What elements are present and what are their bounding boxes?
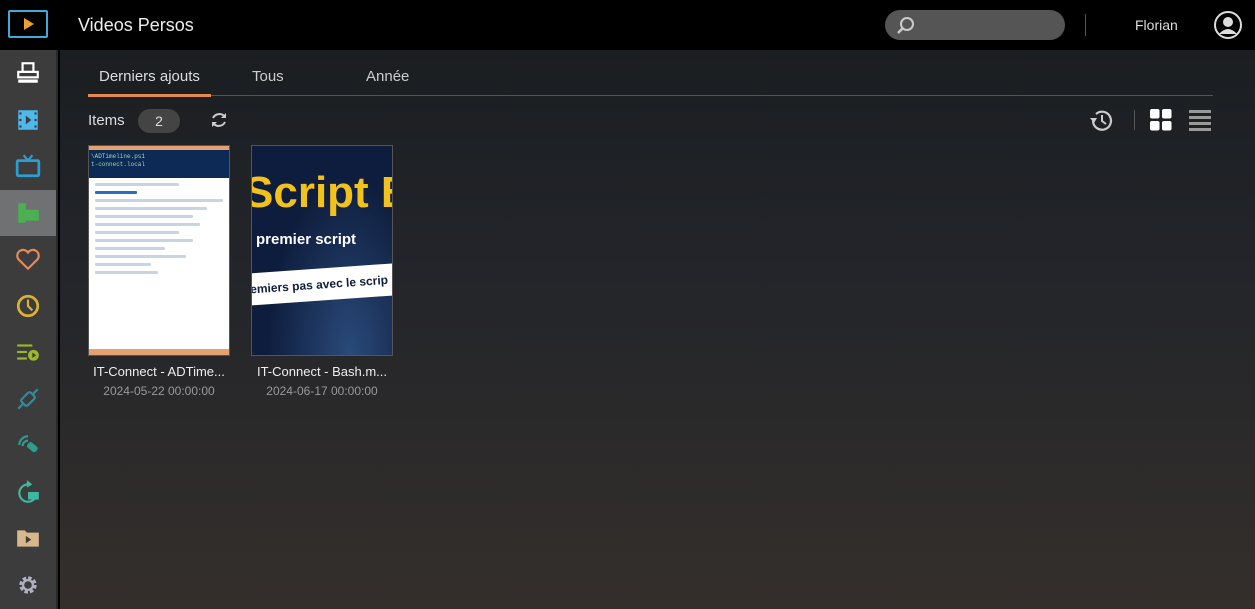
thumbnail-text: emiers pas avec le scrip [252, 262, 392, 306]
history-icon[interactable] [1088, 108, 1114, 134]
thumbnail-text: \ADTimeline.ps1 [91, 153, 146, 160]
tv-shows-icon [15, 154, 41, 178]
recent-icon [16, 294, 40, 317]
thumbnail-text: premier script [256, 231, 357, 248]
items-count-badge: 2 [138, 109, 180, 133]
app-logo-icon[interactable] [8, 10, 48, 38]
playlists-icon [17, 344, 39, 361]
video-thumbnail[interactable]: \ADTimeline.ps1 t-connect.local [88, 145, 230, 356]
search-input[interactable] [885, 10, 1065, 40]
sidebar-item-settings[interactable] [0, 562, 56, 609]
tab-annee[interactable]: Année [366, 68, 409, 85]
personal-videos-icon [18, 203, 39, 223]
video-card[interactable]: \ADTimeline.ps1 t-connect.local IT-Connec… [88, 145, 230, 398]
sidebar-item-recordings[interactable] [0, 469, 56, 516]
sidebar-item-favorites[interactable] [0, 236, 56, 283]
list-view-icon[interactable] [1188, 108, 1212, 132]
sidebar [0, 50, 58, 609]
video-card[interactable]: Script B premier script emiers pas avec … [251, 145, 393, 398]
tab-tous[interactable]: Tous [252, 68, 284, 85]
user-avatar-icon[interactable] [1213, 10, 1243, 40]
sidebar-item-movies[interactable] [0, 97, 56, 144]
sidebar-item-playlists[interactable] [0, 329, 56, 376]
sidebar-item-connections[interactable] [0, 376, 56, 423]
grid-view-icon[interactable] [1149, 108, 1173, 132]
thumbnail-text: t-connect.local [91, 161, 146, 168]
divider [1085, 14, 1086, 36]
sidebar-item-folders[interactable] [0, 515, 56, 562]
video-date: 2024-06-17 00:00:00 [266, 384, 378, 398]
sidebar-item-recent[interactable] [0, 283, 56, 330]
user-name[interactable]: Florian [1135, 17, 1178, 33]
refresh-icon[interactable] [209, 110, 229, 130]
divider [1134, 110, 1135, 130]
settings-icon [19, 576, 37, 594]
tab-derniers-ajouts[interactable]: Derniers ajouts [88, 68, 211, 97]
page-title: Videos Persos [78, 15, 194, 35]
folders-icon [17, 530, 39, 547]
video-thumbnail[interactable]: Script B premier script emiers pas avec … [251, 145, 393, 356]
sidebar-item-tv-shows[interactable] [0, 143, 56, 190]
dashboard-icon [17, 62, 39, 83]
sidebar-item-personal-videos[interactable] [0, 189, 56, 236]
thumbnail-text: Script B [251, 168, 392, 217]
video-title[interactable]: IT-Connect - Bash.m... [251, 364, 393, 379]
video-title[interactable]: IT-Connect - ADTime... [88, 364, 230, 379]
tab-bar: Derniers ajouts Tous Année [88, 68, 1213, 97]
live-tv-icon [18, 435, 38, 453]
recordings-icon [18, 479, 39, 503]
video-date: 2024-05-22 00:00:00 [103, 384, 215, 398]
top-bar: Videos Persos Florian [0, 0, 1255, 50]
sidebar-item-live-tv[interactable] [0, 422, 56, 469]
connections-icon [17, 388, 39, 410]
sidebar-item-dashboard[interactable] [0, 50, 56, 97]
movies-icon [18, 110, 38, 130]
favorites-icon [16, 249, 40, 271]
items-label: Items [88, 112, 125, 129]
main-content: Derniers ajouts Tous Année Items 2 \ADTi… [60, 50, 1255, 609]
search-icon [897, 17, 914, 34]
